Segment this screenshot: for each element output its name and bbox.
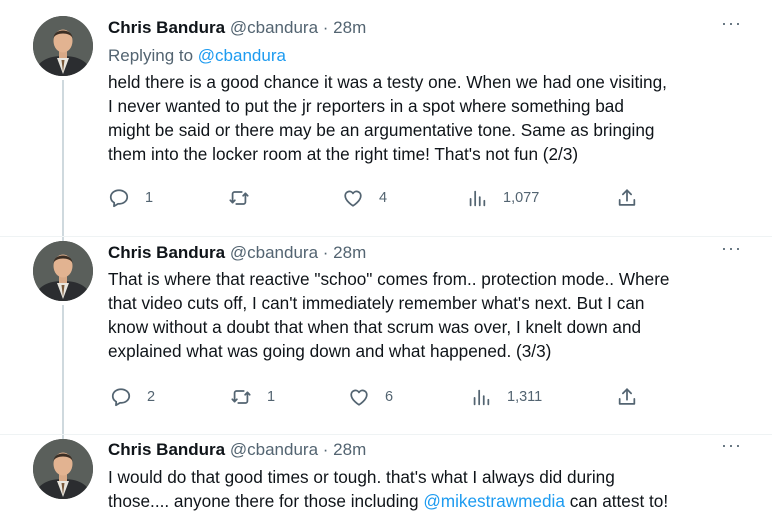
author-name[interactable]: Chris Bandura [108, 440, 225, 459]
reply-button[interactable]: 1 [108, 186, 153, 210]
share-button[interactable] [616, 385, 638, 409]
tweet-text: That is where that reactive "schoo" come… [108, 267, 748, 363]
reply-count: 2 [147, 389, 156, 405]
tweet-text-line: might be said or there may be an argumen… [108, 120, 655, 140]
like-button[interactable]: 6 [348, 385, 393, 409]
view-count: 1,311 [507, 389, 543, 405]
avatar-photo [33, 439, 93, 499]
author-handle[interactable]: @cbandura [230, 440, 318, 459]
tweet-text-line: them into the locker room at the right t… [108, 144, 579, 164]
views-icon [469, 190, 486, 207]
replying-to-mention[interactable]: @cbandura [198, 46, 286, 65]
timestamp[interactable]: 28m [333, 18, 366, 37]
view-count: 1,077 [503, 190, 540, 206]
retweet-icon [231, 390, 251, 404]
tweet-text: I would do that good times or tough. tha… [108, 465, 748, 513]
like-button[interactable]: 4 [342, 186, 387, 210]
separator-dot: · [322, 440, 329, 459]
timestamp[interactable]: 28m [333, 243, 366, 262]
avatar[interactable] [33, 241, 93, 301]
views-button[interactable]: 1,311 [470, 385, 542, 409]
reply-button[interactable]: 2 [110, 385, 155, 409]
tweet-text-line: held there is a good chance it was a tes… [108, 72, 667, 92]
share-icon [618, 388, 636, 405]
author-name[interactable]: Chris Bandura [108, 18, 225, 37]
mention-link[interactable]: @mikestrawmedia [423, 491, 565, 511]
tweet-header: Chris Bandura @cbandura · 28m [108, 16, 742, 40]
tweet-header: Chris Bandura @cbandura · 28m [108, 241, 742, 265]
like-count: 4 [379, 190, 388, 206]
tweet-3[interactable]: Chris Bandura @cbandura · 28m ··· I woul… [0, 434, 772, 531]
separator-dot: · [322, 18, 329, 37]
like-count: 6 [385, 389, 394, 405]
tweet-actions: 2 1 6 1,311 [108, 385, 648, 409]
share-icon [618, 189, 636, 206]
tweet-text-line: explained what was going down and what h… [108, 341, 552, 361]
replying-to: Replying to @cbandura [108, 44, 286, 68]
tweet-text-line: those.... anyone there for those includi… [108, 489, 748, 513]
more-icon[interactable]: ··· [721, 238, 742, 259]
author-handle[interactable]: @cbandura [230, 243, 318, 262]
tweet-header: Chris Bandura @cbandura · 28m [108, 438, 742, 462]
retweet-button[interactable]: 1 [230, 385, 275, 409]
views-button[interactable]: 1,077 [466, 186, 539, 210]
tweet-text: held there is a good chance it was a tes… [108, 70, 748, 166]
author-name[interactable]: Chris Bandura [108, 243, 225, 262]
retweet-count: 1 [267, 389, 276, 405]
tweet-text-line: That is where that reactive "schoo" come… [108, 269, 670, 289]
thread-line [62, 80, 64, 236]
tweet-actions: 1 4 1,077 [108, 186, 648, 210]
avatar-photo [33, 241, 93, 301]
more-icon[interactable]: ··· [721, 435, 742, 456]
more-icon[interactable]: ··· [721, 13, 742, 34]
tweet-2[interactable]: Chris Bandura @cbandura · 28m ··· That i… [0, 236, 772, 435]
reply-icon [109, 189, 129, 208]
avatar[interactable] [33, 439, 93, 499]
avatar-photo [33, 16, 93, 76]
retweet-icon [229, 191, 249, 205]
tweet-text-line: that video cuts off, I can't immediately… [108, 293, 645, 313]
tweet-text-segment: those.... anyone there for those includi… [108, 491, 424, 511]
retweet-button[interactable] [228, 186, 265, 210]
separator-dot: · [322, 243, 329, 262]
tweet-text-line: I would do that good times or tough. tha… [108, 467, 615, 487]
heart-icon [344, 190, 362, 207]
views-icon [473, 389, 490, 406]
tweet-text-line: know without a doubt that when that scru… [108, 317, 642, 337]
replying-to-label: Replying to [108, 46, 194, 65]
reply-icon [111, 388, 131, 407]
author-handle[interactable]: @cbandura [230, 18, 318, 37]
heart-icon [350, 389, 368, 406]
tweet-1[interactable]: Chris Bandura @cbandura · 28m ··· Replyi… [0, 0, 772, 236]
avatar[interactable] [33, 16, 93, 76]
tweet-text-segment: can attest to! [564, 491, 669, 511]
timestamp[interactable]: 28m [333, 440, 366, 459]
thread-line [62, 305, 64, 435]
share-button[interactable] [616, 186, 638, 210]
reply-count: 1 [145, 190, 154, 206]
tweet-text-line: I never wanted to put the jr reporters i… [108, 96, 624, 116]
